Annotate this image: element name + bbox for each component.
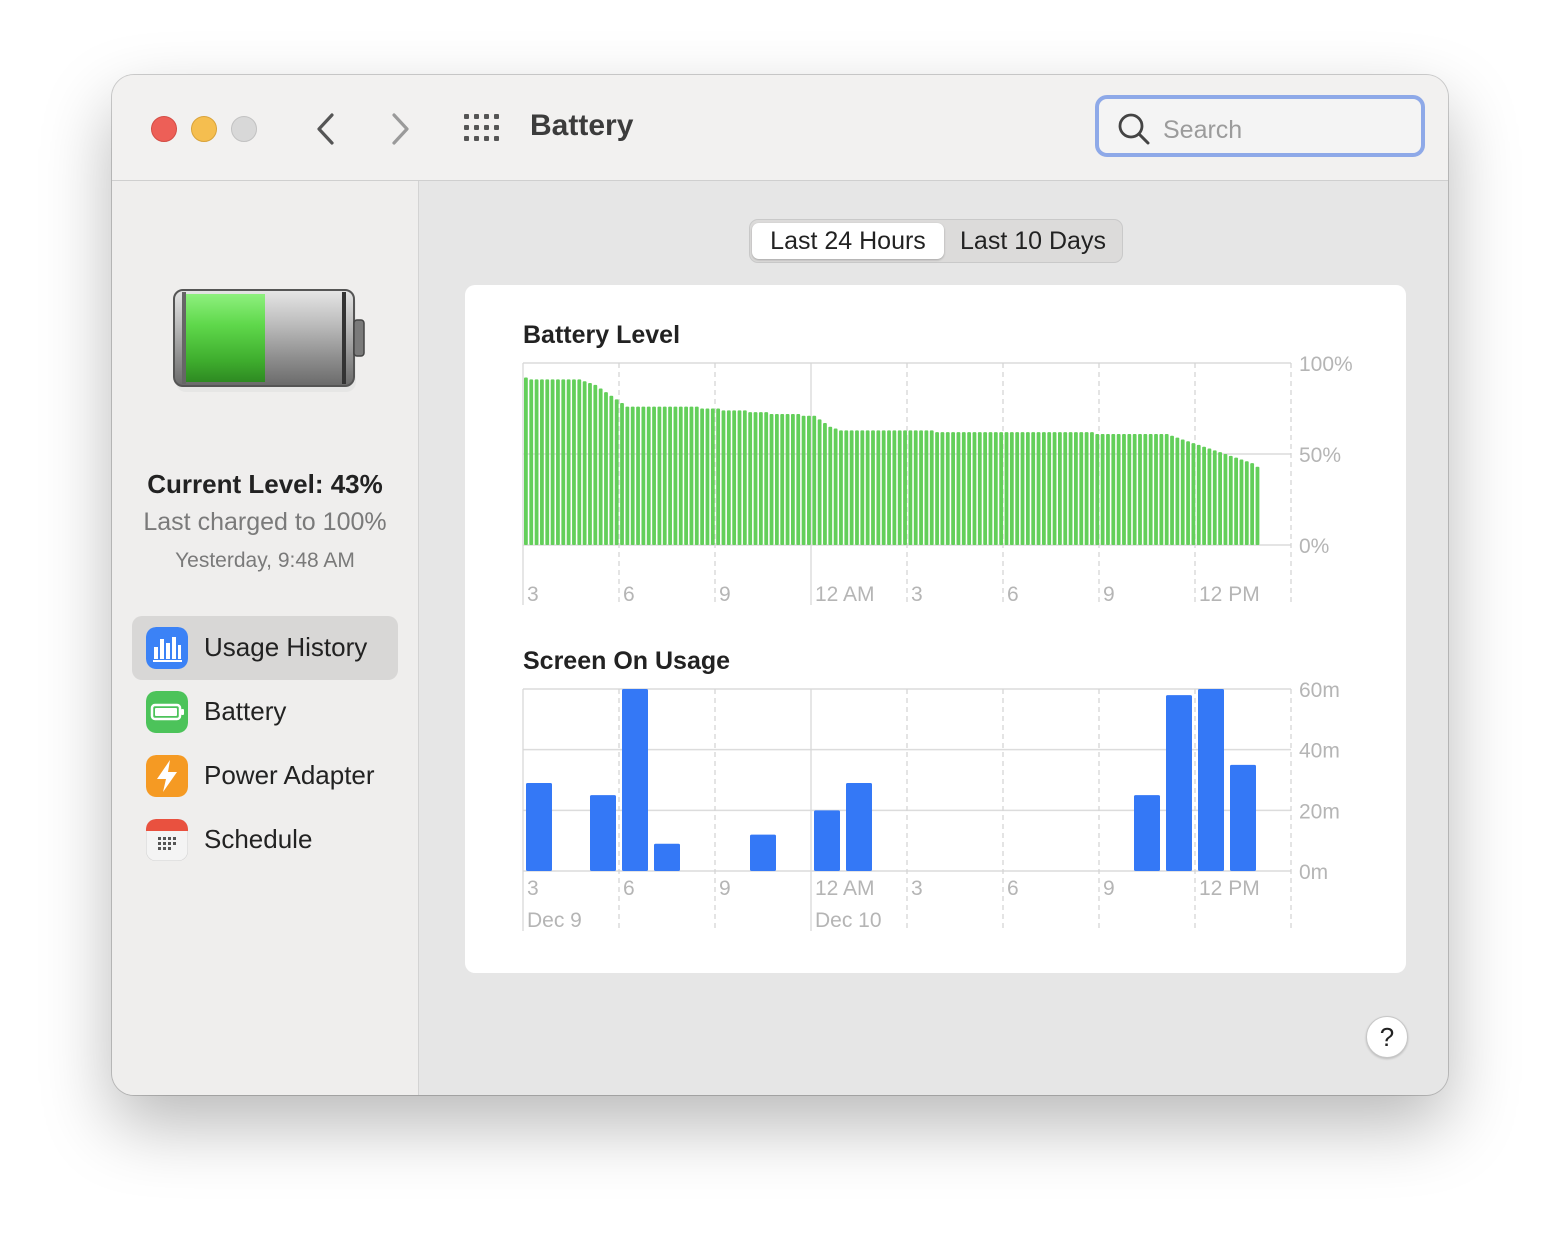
sidebar-item-usage-history[interactable]: Usage History <box>132 616 398 680</box>
current-level-text: Current Level: 43% <box>147 469 383 499</box>
time-range-segmented-control: Last 24 Hours Last 10 Days <box>749 219 1123 263</box>
x-tick-label: 6 <box>1007 877 1019 900</box>
zoom-button[interactable] <box>231 116 257 142</box>
x-tick-label: 12 AM <box>815 877 875 900</box>
y-tick-label: 60m <box>1299 679 1340 702</box>
usage-bar <box>1134 795 1160 871</box>
y-tick-label: 20m <box>1299 800 1340 823</box>
x-tick-label: 9 <box>719 877 731 900</box>
window-title: Battery <box>530 109 634 142</box>
usage-bar <box>1166 695 1192 871</box>
help-button[interactable]: ? <box>1366 1016 1408 1058</box>
back-chevron-icon[interactable] <box>307 109 347 149</box>
sidebar-item-label: Battery <box>204 696 287 726</box>
date-label: Dec 10 <box>815 909 882 932</box>
search-placeholder: Search <box>1163 116 1243 144</box>
usage-bar <box>814 810 840 871</box>
y-tick-label: 40m <box>1299 740 1340 763</box>
last-charged-text: Last charged to 100% <box>143 508 387 536</box>
sidebar-item-battery[interactable]: Battery <box>132 680 398 744</box>
show-all-grid-icon[interactable] <box>463 113 501 143</box>
last-charged-time: Yesterday, 9:48 AM <box>175 549 355 572</box>
y-tick-label: 0m <box>1299 861 1328 884</box>
title-bar: Battery Search <box>112 75 1448 181</box>
sidebar-item-label: Usage History <box>204 632 368 662</box>
close-button[interactable] <box>151 116 177 142</box>
tab-last-10-days[interactable]: Last 10 Days <box>946 223 1120 259</box>
sidebar-item-schedule[interactable]: Schedule <box>132 808 398 872</box>
date-label: Dec 9 <box>527 909 582 932</box>
charts-panel: Battery Level 100% 50% 0% 3 6 9 12 AM 3 6 9 12 PM … <box>465 285 1406 973</box>
usage-bar <box>1198 689 1224 871</box>
usage-bar <box>622 689 648 871</box>
usage-bar <box>1230 764 1256 871</box>
search-icon <box>1118 113 1150 145</box>
sidebar-item-power-adapter[interactable]: Power Adapter <box>132 744 398 808</box>
x-tick-label: 6 <box>623 877 635 900</box>
x-tick-label: 9 <box>1103 877 1115 900</box>
sidebar-item-label: Schedule <box>204 824 313 854</box>
main-pane: Last 24 Hours Last 10 Days Battery Level… <box>419 181 1448 1095</box>
x-tick-label: 12 PM <box>1199 877 1260 900</box>
bar-chart-icon <box>146 627 188 669</box>
forward-chevron-icon[interactable] <box>380 109 420 149</box>
screen-on-usage-chart: 60m 40m 20m 0m 3 6 9 12 AM 3 6 9 12 PM Dec 9 Dec 10 <box>522 679 1340 932</box>
usage-bar <box>590 795 616 871</box>
bolt-icon <box>146 755 188 797</box>
tab-last-24-hours[interactable]: Last 24 Hours <box>752 223 944 259</box>
minimize-button[interactable] <box>191 116 217 142</box>
x-tick-label: 3 <box>527 877 539 900</box>
usage-bar <box>750 834 776 871</box>
usage-bar <box>846 783 872 871</box>
x-tick-label: 3 <box>911 877 923 900</box>
sidebar: Current Level: 43% Last charged to 100% … <box>112 181 419 1095</box>
system-preferences-window: Battery Search Current Level: 43% Last c… <box>112 75 1448 1095</box>
battery-level-icon <box>173 289 365 392</box>
calendar-icon <box>146 819 188 861</box>
sidebar-item-label: Power Adapter <box>204 760 375 790</box>
usage-bar <box>526 783 552 871</box>
battery-icon <box>146 691 188 733</box>
usage-bar <box>654 843 680 871</box>
search-field[interactable]: Search <box>1095 95 1425 157</box>
